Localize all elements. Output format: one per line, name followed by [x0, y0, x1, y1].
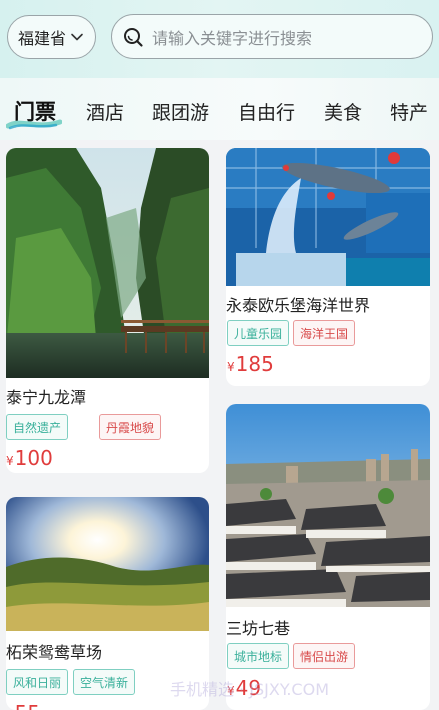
- tab-food[interactable]: 美食: [324, 98, 362, 125]
- tag: 城市地标: [227, 643, 290, 669]
- attraction-image[interactable]: [226, 404, 430, 607]
- attraction-image[interactable]: [6, 148, 209, 378]
- search-placeholder: 请输入关键字进行搜索: [152, 28, 313, 48]
- attraction-image[interactable]: [226, 148, 430, 286]
- tag: 丹霞地貌: [99, 414, 162, 440]
- active-tab-indicator: [6, 119, 62, 130]
- attraction-card[interactable]: 永泰欧乐堡海洋世界 儿童乐园 海洋王国 ¥185: [226, 148, 430, 386]
- price-value: 185: [235, 352, 274, 376]
- tab-group-tours[interactable]: 跟团游: [152, 98, 209, 125]
- attraction-title: 柘荣鸳鸯草场: [6, 643, 103, 662]
- chevron-down-icon: [71, 33, 83, 41]
- currency-symbol: ¥: [6, 454, 14, 468]
- tab-specialties[interactable]: 特产: [390, 98, 428, 125]
- price-value: 55: [15, 701, 40, 710]
- tag: 情侣出游: [293, 643, 356, 669]
- top-bar: 福建省 请输入关键字进行搜索: [0, 0, 439, 78]
- tag: 空气清新: [73, 669, 136, 695]
- tab-free-travel[interactable]: 自由行: [238, 98, 295, 125]
- search-icon: [124, 28, 143, 47]
- search-input[interactable]: 请输入关键字进行搜索: [111, 14, 433, 59]
- attraction-image[interactable]: [6, 497, 209, 631]
- category-tabs: 门票 酒店 跟团游 自由行 美食 特产: [0, 78, 439, 140]
- price: ¥100: [6, 446, 53, 470]
- watermark: 手机精选 · JSJXY.COM: [170, 680, 330, 699]
- price: ¥185: [227, 352, 274, 376]
- tag: 自然遗产: [6, 414, 69, 440]
- tab-hotels[interactable]: 酒店: [86, 98, 124, 125]
- province-selector[interactable]: 福建省: [7, 15, 96, 59]
- tag: 儿童乐园: [227, 320, 290, 346]
- price-value: 100: [14, 446, 53, 470]
- province-label: 福建省: [18, 29, 67, 48]
- currency-symbol: ¥: [227, 360, 235, 374]
- attraction-card[interactable]: 泰宁九龙潭 自然遗产 丹霞地貌 ¥100: [6, 148, 209, 473]
- tag: 海洋王国: [293, 320, 356, 346]
- attraction-card[interactable]: 三坊七巷 城市地标 情侣出游 ¥49: [226, 404, 430, 710]
- attraction-title: 永泰欧乐堡海洋世界: [226, 296, 371, 315]
- attraction-title: 三坊七巷: [226, 619, 291, 638]
- tag: 风和日丽: [6, 669, 69, 695]
- price: ¥55: [6, 701, 40, 710]
- attraction-title: 泰宁九龙潭: [6, 388, 87, 407]
